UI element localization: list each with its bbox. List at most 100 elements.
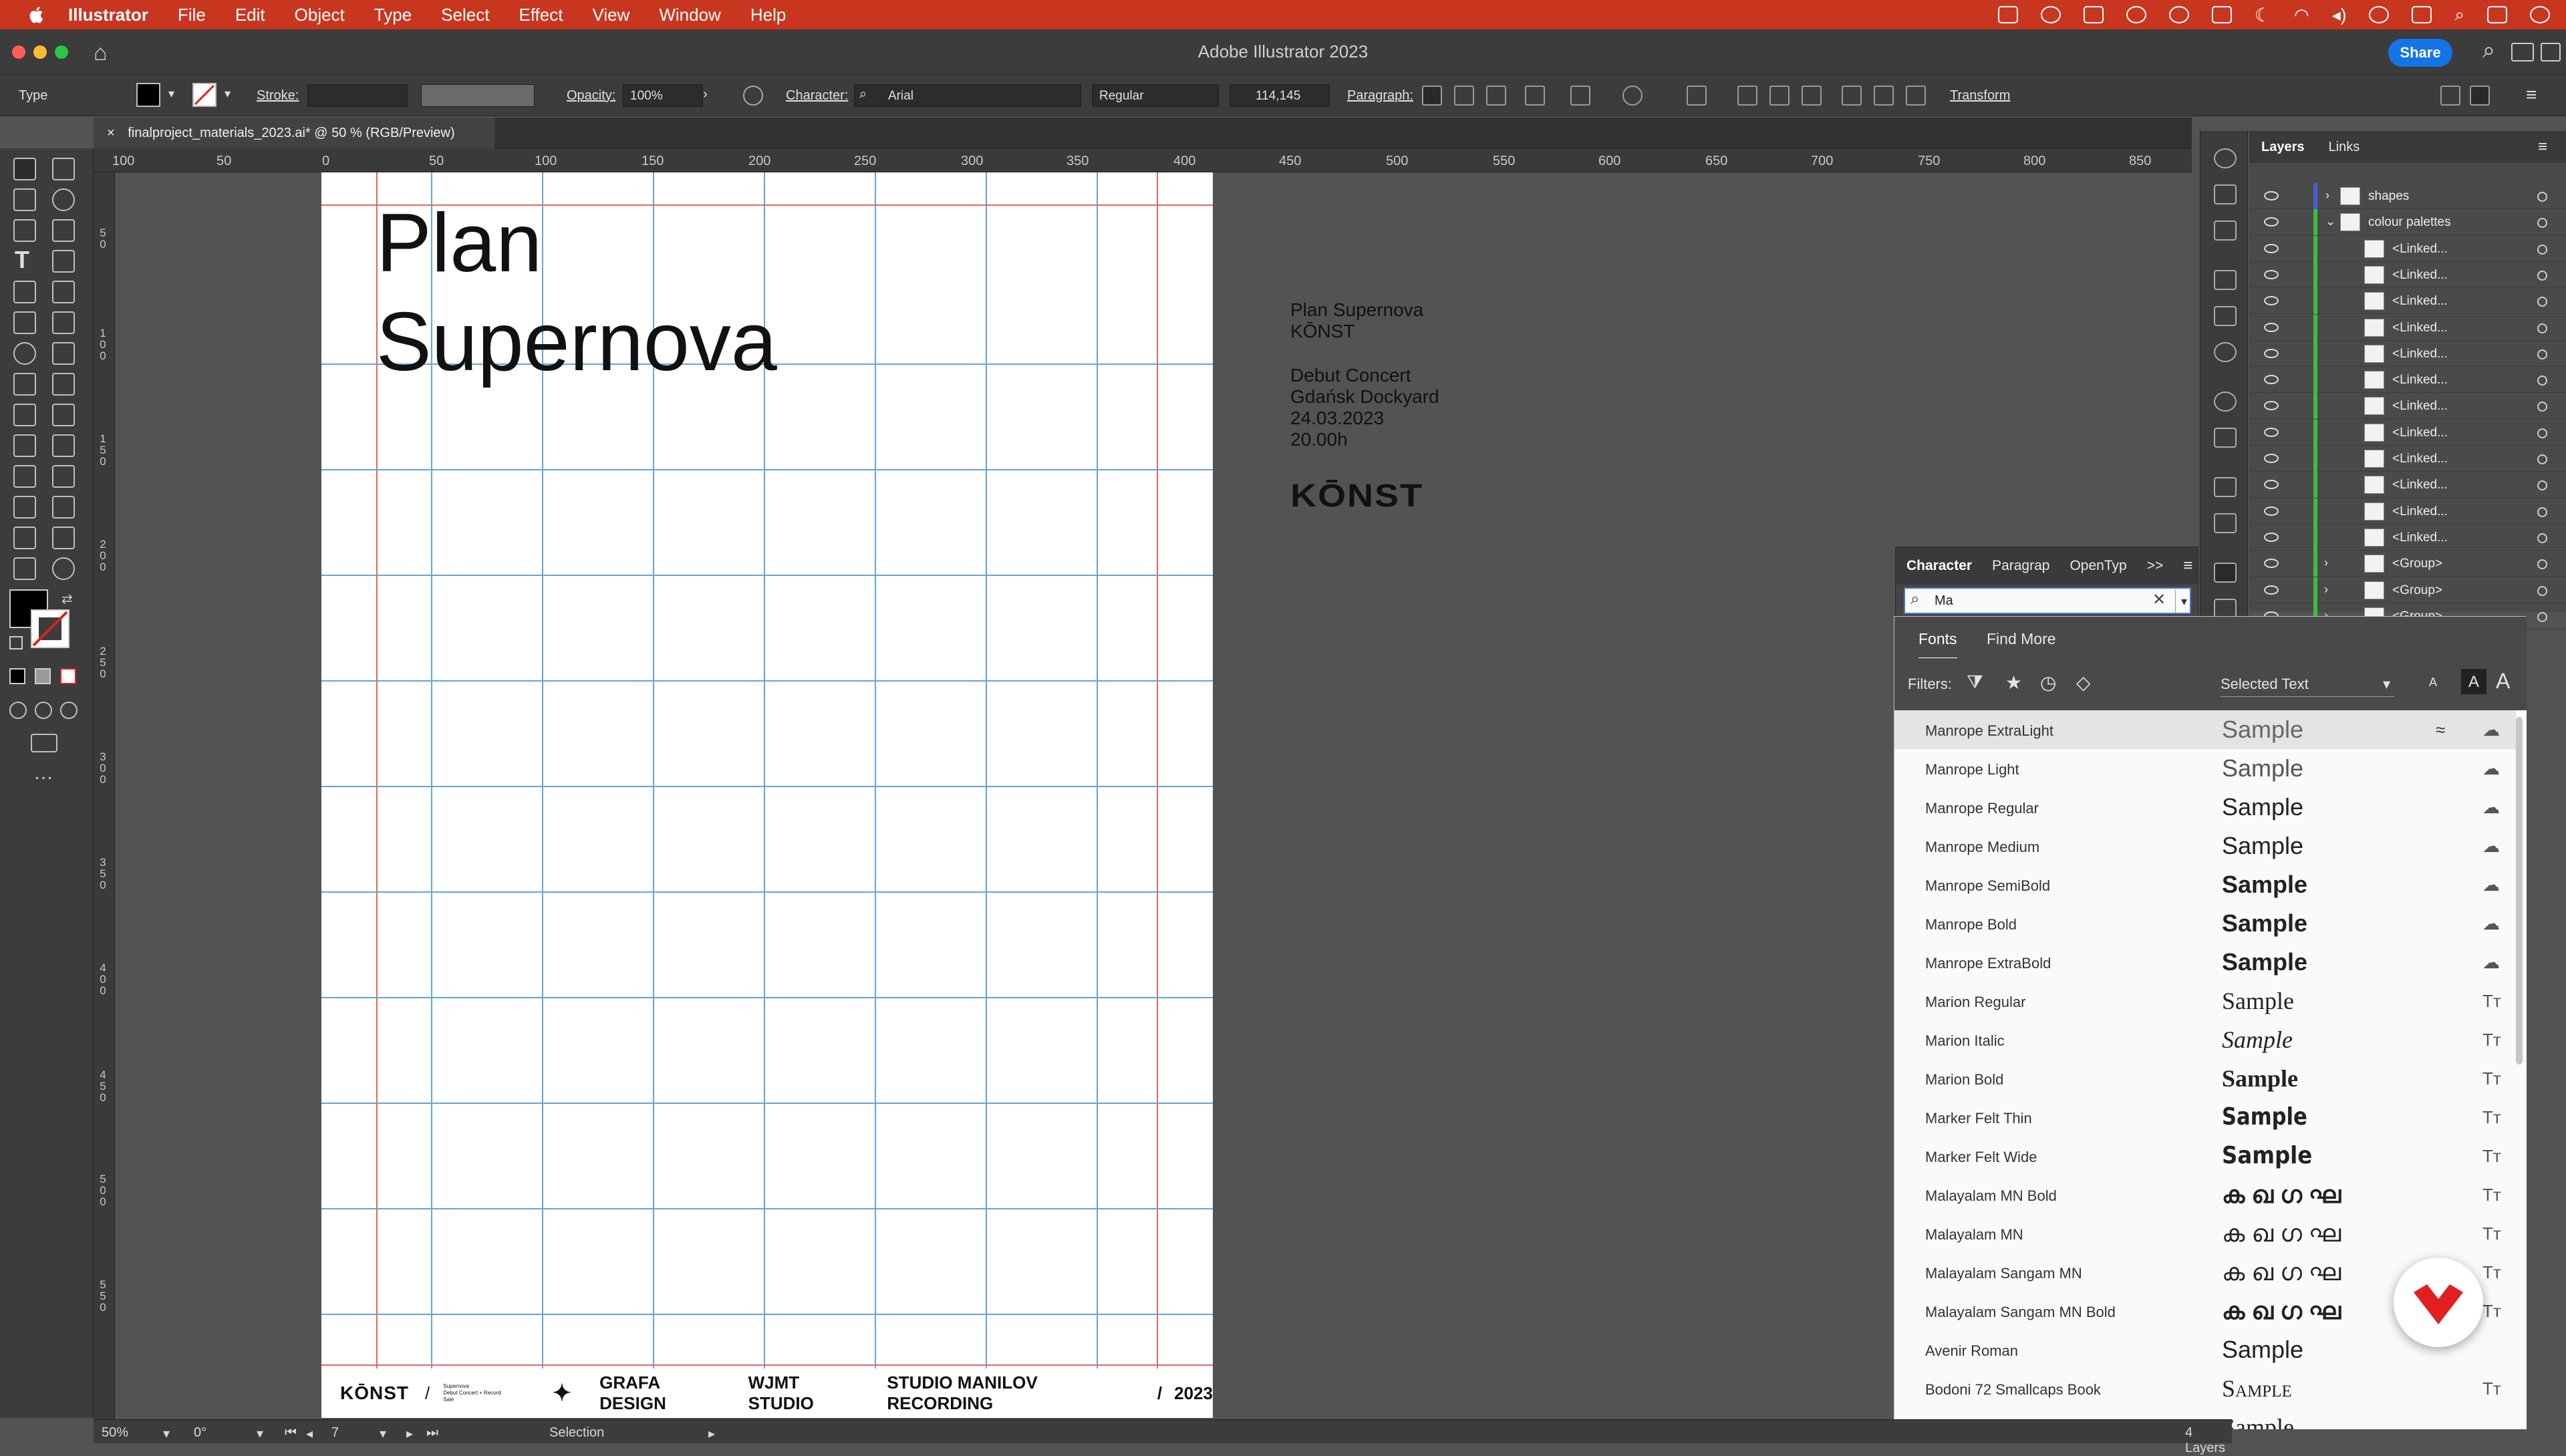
stroke-dropdown-icon[interactable]: ▾ (225, 87, 231, 101)
favorites-star-icon[interactable]: ★ (2005, 672, 2022, 694)
status-menu-arrow-icon[interactable]: ▸ (708, 1425, 715, 1442)
perspective-grid-tool-icon[interactable] (52, 404, 75, 426)
align-objects-vcenter-icon[interactable] (1874, 86, 1894, 106)
bullets-icon[interactable] (1525, 86, 1545, 106)
none-mode-icon[interactable] (60, 668, 76, 684)
stroke-swatch[interactable] (192, 83, 217, 107)
visibility-eye-icon[interactable] (2264, 532, 2279, 542)
align-objects-top-icon[interactable] (1842, 86, 1862, 106)
transparency-panel-icon[interactable] (2214, 342, 2237, 362)
numbered-list-icon[interactable] (1570, 86, 1590, 106)
swap-fill-stroke-icon[interactable]: ⇄ (61, 591, 73, 607)
spotlight-search-icon[interactable]: ⌕ (2454, 4, 2464, 25)
layer-target-icon[interactable] (2537, 611, 2547, 622)
visibility-eye-icon[interactable] (2264, 217, 2279, 227)
fill-dropdown-icon[interactable]: ▾ (168, 87, 174, 101)
align-objects-left-icon[interactable] (1737, 86, 1757, 106)
recolor-icon[interactable] (743, 86, 763, 106)
font-family-field[interactable]: Arial (854, 84, 1081, 107)
menu-type[interactable]: Type (374, 5, 412, 25)
last-artboard-icon[interactable]: ⏭ (426, 1425, 438, 1441)
layer-row[interactable]: <Linked... (2249, 524, 2566, 551)
filter-classification-icon[interactable]: ⧩ (1967, 672, 1983, 694)
rotation-value[interactable]: 0° (194, 1425, 206, 1441)
layer-target-icon[interactable] (2537, 376, 2547, 386)
preview-size-small[interactable]: A (2429, 676, 2437, 690)
visibility-eye-icon[interactable] (2264, 348, 2279, 358)
layer-row[interactable]: <Linked... (2249, 261, 2566, 288)
layer-target-icon[interactable] (2537, 349, 2547, 359)
tab-links[interactable]: Links (2317, 140, 2372, 155)
menu-effect[interactable]: Effect (519, 5, 563, 25)
opacity-arrow-icon[interactable]: › (703, 87, 708, 102)
font-list-item[interactable]: Manrope Medium Sample ☁ (1894, 827, 2516, 865)
layer-row[interactable]: › shapes (2249, 183, 2566, 209)
align-objects-hcenter-icon[interactable] (1769, 86, 1790, 106)
layer-target-icon[interactable] (2537, 244, 2547, 255)
document-tab[interactable]: × finalproject_materials_2023.ai* @ 50 %… (94, 118, 494, 148)
user-icon[interactable] (2369, 6, 2390, 23)
draw-behind-icon[interactable] (35, 702, 52, 719)
tab-layers[interactable]: Layers (2249, 140, 2317, 155)
layer-row[interactable]: › <Group> (2249, 577, 2566, 603)
scale-tool-icon[interactable] (52, 342, 75, 365)
menu-edit[interactable]: Edit (235, 5, 265, 25)
gradient-tool-icon[interactable] (52, 434, 75, 457)
font-style-field[interactable]: Regular (1092, 84, 1219, 107)
artboard[interactable]: Plan Supernova KŌNST / Supernova Debut C… (321, 172, 1213, 1418)
fill-swatch[interactable] (136, 83, 160, 107)
chevron-right-icon[interactable]: › (2324, 556, 2328, 570)
isolate-icon[interactable] (1687, 86, 1707, 106)
properties-panel-icon[interactable] (2214, 148, 2237, 168)
layer-target-icon[interactable] (2537, 192, 2547, 202)
lasso-tool-icon[interactable] (52, 188, 75, 211)
recently-added-icon[interactable]: ◷ (2040, 672, 2056, 694)
battery-icon[interactable] (2412, 6, 2432, 23)
zoom-level[interactable]: 50% (102, 1425, 128, 1441)
appearance-panel-icon[interactable] (2214, 392, 2237, 412)
type-tool-icon[interactable]: T (15, 246, 29, 274)
settings-gear-icon[interactable] (2168, 6, 2189, 23)
rotate-tool-icon[interactable] (13, 342, 36, 365)
activated-fonts-icon[interactable]: ◇ (2076, 672, 2091, 694)
shape-builder-tool-icon[interactable] (13, 404, 36, 426)
gradient-panel-icon[interactable] (2214, 306, 2237, 326)
menu-help[interactable]: Help (750, 5, 786, 25)
font-list-item[interactable]: Manrope SemiBold Sample ☁ (1894, 865, 2516, 904)
tab-character[interactable]: Character (1906, 558, 1972, 574)
layer-target-icon[interactable] (2537, 480, 2547, 491)
menu-app-name[interactable]: Illustrator (68, 5, 148, 25)
shaper-tool-icon[interactable] (13, 311, 36, 334)
share-button[interactable]: Share (2388, 39, 2452, 67)
layer-target-icon[interactable] (2537, 533, 2547, 543)
layer-row[interactable]: <Linked... (2249, 472, 2566, 498)
artboard-dropdown-icon[interactable]: ▾ (380, 1425, 386, 1442)
layer-row[interactable]: › <Group> (2249, 551, 2566, 577)
sync-icon[interactable] (2126, 6, 2146, 23)
prev-artboard-icon[interactable]: ◂ (306, 1425, 313, 1442)
control-center-icon[interactable] (2487, 6, 2507, 23)
scissors-tool-icon[interactable] (52, 311, 75, 334)
side-text-block-1[interactable]: Plan Supernova KŌNST (1290, 299, 1423, 342)
next-artboard-icon[interactable]: ▸ (406, 1425, 413, 1442)
rotation-dropdown-icon[interactable]: ▾ (257, 1425, 263, 1442)
stroke-color-box[interactable] (31, 609, 69, 648)
screen-mirror-icon[interactable] (1997, 6, 2018, 23)
tab-opentype[interactable]: OpenTyp (2070, 558, 2126, 574)
konst-logo[interactable]: KŌNST (1290, 477, 1423, 515)
layer-row[interactable]: <Linked... (2249, 367, 2566, 394)
visibility-eye-icon[interactable] (2264, 506, 2279, 516)
visibility-eye-icon[interactable] (2264, 243, 2279, 253)
menu-select[interactable]: Select (441, 5, 489, 25)
tab-paragraph[interactable]: Paragrap (1992, 558, 2049, 574)
visibility-eye-icon[interactable] (2264, 427, 2279, 437)
extension-icon[interactable] (2211, 6, 2232, 23)
graphic-styles-icon[interactable] (2214, 428, 2237, 448)
pen-tool-icon[interactable] (13, 219, 36, 242)
clear-search-icon[interactable]: ✕ (2152, 590, 2166, 609)
font-list-item[interactable]: Marion Italic Sample Tт (1894, 1020, 2516, 1059)
zoom-tool-icon[interactable] (52, 557, 75, 580)
more-tabs-icon[interactable]: >> (2147, 558, 2164, 574)
canvas[interactable]: Plan Supernova KŌNST / Supernova Debut C… (115, 172, 2192, 1421)
poster-footer[interactable]: KŌNST / Supernova Debut Concert + Record… (321, 1368, 1213, 1418)
